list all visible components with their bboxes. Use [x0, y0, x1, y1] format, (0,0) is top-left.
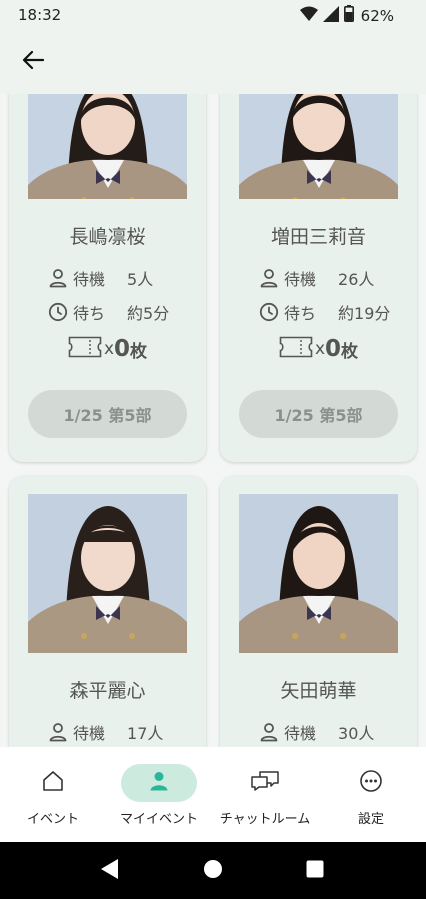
wait-time-value: 約19分: [338, 304, 391, 323]
battery-percent: 62%: [360, 6, 394, 25]
system-home-button[interactable]: [198, 856, 228, 886]
member-grid: 長嶋凛桜 待機 5人 待ち 約5分 x 0 枚 1/25 第5部 増田三莉音 待…: [0, 94, 426, 747]
waiting-value: 30人: [338, 724, 375, 743]
ticket-count: 0: [325, 336, 342, 362]
member-photo: [28, 94, 187, 199]
status-time: 18:32: [18, 6, 62, 24]
nav-icon-container: [227, 764, 303, 802]
clock-icon: [47, 301, 69, 323]
member-card[interactable]: 矢田萌華 待機 30人: [220, 476, 417, 747]
wait-time-label: 待ち: [73, 304, 106, 323]
waiting-value: 26人: [338, 270, 375, 289]
system-back-button[interactable]: [95, 856, 125, 886]
waiting-label: 待機: [284, 724, 317, 743]
system-recents-button[interactable]: [300, 856, 330, 886]
member-photo: [239, 494, 398, 653]
square-recents-icon: [306, 860, 324, 882]
member-card[interactable]: 長嶋凛桜 待機 5人 待ち 約5分 x 0 枚 1/25 第5部: [9, 94, 206, 462]
home-icon: [41, 769, 65, 797]
clock-icon: [258, 301, 280, 323]
nav-icon-container: [15, 764, 91, 802]
member-name: 矢田萌華: [280, 680, 357, 702]
wifi-icon: [299, 6, 318, 26]
ticket-icon: [68, 336, 102, 362]
member-photo: [239, 94, 398, 199]
ticket-count-row: x 0 枚: [220, 336, 417, 362]
member-card[interactable]: 増田三莉音 待機 26人 待ち 約19分 x 0 枚 1/25 第5部: [220, 94, 417, 462]
person-icon: [148, 770, 170, 796]
waiting-count-row: 待機 17人: [47, 720, 163, 744]
status-icons: 62%: [299, 5, 394, 26]
ticket-multiplier: x: [314, 339, 326, 359]
bottom-navigation: イベント マイイベント チャットルーム 設定: [0, 747, 426, 842]
nav-item-settings[interactable]: 設定: [318, 747, 424, 842]
signal-icon: [322, 5, 339, 26]
back-button[interactable]: [14, 44, 52, 80]
person-icon: [258, 267, 280, 289]
nav-label: イベント: [26, 812, 79, 827]
ticket-icon: [279, 336, 313, 362]
app-bar: [0, 30, 426, 94]
wait-time-row: 待ち 約5分: [47, 300, 169, 324]
member-name: 増田三莉音: [270, 226, 366, 248]
waiting-count-row: 待機 30人: [258, 720, 374, 744]
wait-time-row: 待ち 約19分: [258, 300, 390, 324]
waiting-value: 5人: [127, 270, 154, 289]
arrow-left-icon: [22, 50, 45, 74]
chat-icon: [250, 769, 280, 797]
slot-button[interactable]: 1/25 第5部: [239, 390, 398, 438]
nav-label: チャットルーム: [219, 812, 311, 827]
slot-button[interactable]: 1/25 第5部: [28, 390, 187, 438]
member-photo: [28, 494, 187, 653]
person-icon: [47, 267, 69, 289]
waiting-label: 待機: [73, 724, 106, 743]
person-icon: [47, 721, 69, 743]
circle-home-icon: [203, 859, 223, 883]
waiting-label: 待機: [73, 270, 106, 289]
nav-icon-container: [121, 764, 197, 802]
waiting-label: 待機: [284, 270, 317, 289]
more-icon: [359, 769, 383, 797]
person-icon: [258, 721, 280, 743]
ticket-unit: 枚: [130, 341, 148, 362]
nav-label: マイイベント: [119, 812, 198, 827]
ticket-count-row: x 0 枚: [9, 336, 206, 362]
nav-item-chat-room[interactable]: チャットルーム: [212, 747, 318, 842]
waiting-count-row: 待機 5人: [47, 266, 153, 290]
wait-time-label: 待ち: [284, 304, 317, 323]
member-name: 長嶋凛桜: [69, 226, 146, 248]
triangle-back-icon: [100, 858, 120, 884]
nav-icon-container: [333, 764, 409, 802]
member-name: 森平麗心: [69, 680, 146, 702]
member-card[interactable]: 森平麗心 待機 17人: [9, 476, 206, 747]
wait-time-value: 約5分: [127, 304, 170, 323]
nav-item-my-events[interactable]: マイイベント: [106, 747, 212, 842]
screen: 18:32 62% 長嶋凛桜 待機 5人 待ち 約5分 x 0 枚 1/25 第…: [0, 0, 426, 899]
system-navigation-bar: [0, 842, 426, 899]
status-bar: 18:32 62%: [0, 0, 426, 30]
nav-label: 設定: [357, 812, 384, 827]
battery-icon: [343, 5, 354, 26]
ticket-multiplier: x: [103, 339, 115, 359]
waiting-count-row: 待機 26人: [258, 266, 374, 290]
ticket-count: 0: [114, 336, 131, 362]
ticket-unit: 枚: [341, 341, 359, 362]
nav-item-events[interactable]: イベント: [0, 747, 106, 842]
waiting-value: 17人: [127, 724, 164, 743]
